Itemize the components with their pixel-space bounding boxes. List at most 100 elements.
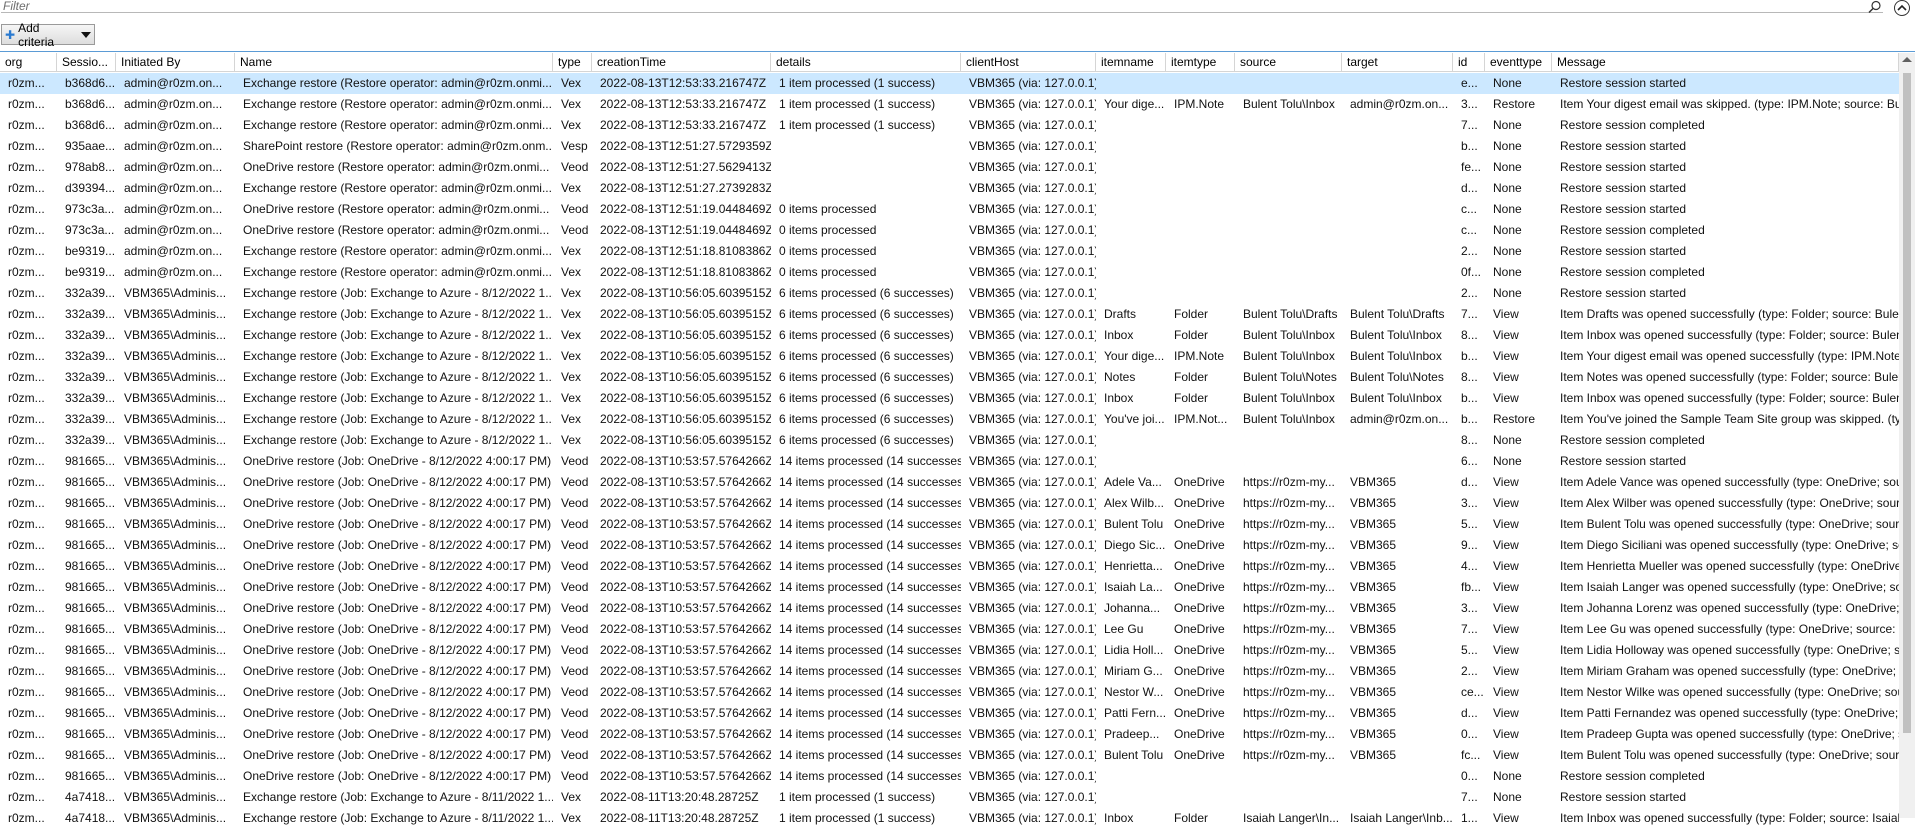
column-header-6[interactable]: details — [771, 53, 961, 71]
column-header-14[interactable]: Message — [1552, 53, 1899, 71]
add-criteria-button[interactable]: ✚ Add criteria — [1, 21, 95, 49]
table-row[interactable]: r0zm... 332a39... VBM365\Adminis... Exchang… — [0, 367, 1899, 388]
table-cell: 6 items processed (6 successes) — [779, 433, 954, 447]
table-row[interactable]: r0zm... 973c3a... admin@r0zm.on... OneDrive… — [0, 220, 1899, 241]
table-row[interactable]: r0zm... 981665... VBM365\Adminis... OneDriv… — [0, 661, 1899, 682]
table-cell: r0zm... — [8, 811, 45, 825]
table-cell: VBM365\Adminis... — [124, 622, 227, 636]
table-cell: VBM365\Adminis... — [124, 643, 227, 657]
table-cell: Veod — [561, 496, 589, 510]
table-cell: 14 items processed (14 successes) — [779, 559, 961, 573]
table-row[interactable]: r0zm... 981665... VBM365\Adminis... OneDriv… — [0, 514, 1899, 535]
table-cell: https://r0zm-my... — [1243, 496, 1335, 510]
table-row[interactable]: r0zm... 981665... VBM365\Adminis... OneDriv… — [0, 619, 1899, 640]
table-row[interactable]: r0zm... 981665... VBM365\Adminis... OneDriv… — [0, 640, 1899, 661]
table-cell: 14 items processed (14 successes) — [779, 496, 961, 510]
table-row[interactable]: r0zm... be9319... admin@r0zm.on... Exchange… — [0, 262, 1899, 283]
table-row[interactable]: r0zm... 332a39... VBM365\Adminis... Exchang… — [0, 388, 1899, 409]
table-row[interactable]: r0zm... 4a7418... VBM365\Adminis... Exchang… — [0, 787, 1899, 808]
table-cell: 0f... — [1461, 265, 1482, 279]
table-cell: Vex — [561, 328, 582, 342]
column-header-13[interactable]: eventtype — [1485, 53, 1552, 71]
table-row[interactable]: r0zm... 973c3a... admin@r0zm.on... OneDrive… — [0, 199, 1899, 220]
table-cell: Bulent Tolu\Inbox — [1350, 328, 1442, 342]
column-header-9[interactable]: itemtype — [1166, 53, 1235, 71]
table-row[interactable]: r0zm... 981665... VBM365\Adminis... OneDriv… — [0, 535, 1899, 556]
table-cell: VBM365 (via: 127.0.0.1) — [969, 76, 1096, 90]
table-cell: OneDrive restore (Job: OneDrive - 8/12/2… — [243, 538, 552, 552]
table-cell: VBM365\Adminis... — [124, 370, 227, 384]
table-cell: Veod — [561, 769, 589, 783]
table-cell: None — [1493, 454, 1522, 468]
table-cell: 2022-08-13T10:56:05.6039515Z — [600, 433, 771, 447]
table-row[interactable]: r0zm... b368d6... admin@r0zm.on... Exchange… — [0, 115, 1899, 136]
table-cell: 8... — [1461, 433, 1478, 447]
table-row[interactable]: r0zm... 981665... VBM365\Adminis... OneDriv… — [0, 703, 1899, 724]
table-row[interactable]: r0zm... 981665... VBM365\Adminis... OneDriv… — [0, 724, 1899, 745]
table-row[interactable]: r0zm... 981665... VBM365\Adminis... OneDriv… — [0, 577, 1899, 598]
table-cell: 0 items processed — [779, 202, 877, 216]
table-cell: 7... — [1461, 790, 1478, 804]
column-header-8[interactable]: itemname — [1096, 53, 1166, 71]
table-row[interactable]: r0zm... 981665... VBM365\Adminis... OneDriv… — [0, 766, 1899, 787]
table-row[interactable]: r0zm... 4a7418... VBM365\Adminis... Exchang… — [0, 808, 1899, 829]
column-header-7[interactable]: clientHost — [961, 53, 1096, 71]
column-header-10[interactable]: source — [1235, 53, 1342, 71]
table-row[interactable]: r0zm... 332a39... VBM365\Adminis... Exchang… — [0, 304, 1899, 325]
table-cell: admin@r0zm.on... — [1350, 412, 1449, 426]
table-cell: OneDrive restore (Job: OneDrive - 8/12/2… — [243, 580, 552, 594]
table-row[interactable]: r0zm... 332a39... VBM365\Adminis... Exchang… — [0, 346, 1899, 367]
column-header-11[interactable]: target — [1342, 53, 1453, 71]
table-row[interactable]: r0zm... 981665... VBM365\Adminis... OneDriv… — [0, 598, 1899, 619]
column-header-5[interactable]: creationTime — [592, 53, 771, 71]
table-row[interactable]: r0zm... 332a39... VBM365\Adminis... Exchang… — [0, 409, 1899, 430]
filter-input[interactable] — [1, 0, 1883, 13]
add-criteria-label: Add criteria — [18, 20, 55, 49]
vertical-scrollbar[interactable] — [1899, 53, 1915, 818]
table-row[interactable]: r0zm... 935aae... admin@r0zm.on... SharePoi… — [0, 136, 1899, 157]
table-row[interactable]: r0zm... 981665... VBM365\Adminis... OneDriv… — [0, 451, 1899, 472]
table-cell — [1235, 766, 1342, 787]
column-header-4[interactable]: type — [553, 53, 592, 71]
search-icon[interactable] — [1868, 0, 1882, 14]
table-row[interactable]: r0zm... be9319... admin@r0zm.on... Exchange… — [0, 241, 1899, 262]
table-cell: 7... — [1461, 307, 1478, 321]
table-cell: Vex — [561, 118, 582, 132]
table-cell: be9319... — [65, 265, 116, 279]
column-header-12[interactable]: id — [1453, 53, 1485, 71]
table-row[interactable]: r0zm... 981665... VBM365\Adminis... OneDriv… — [0, 556, 1899, 577]
table-row[interactable]: r0zm... 332a39... VBM365\Adminis... Exchang… — [0, 283, 1899, 304]
table-row[interactable]: r0zm... 981665... VBM365\Adminis... OneDriv… — [0, 493, 1899, 514]
table-cell: VBM365\Adminis... — [124, 412, 227, 426]
table-cell: VBM365 (via: 127.0.0.1) — [969, 307, 1096, 321]
table-cell: OneDrive restore (Job: OneDrive - 8/12/2… — [243, 643, 552, 657]
table-cell: OneDrive restore (Job: OneDrive - 8/12/2… — [243, 496, 552, 510]
table-row[interactable]: r0zm... b368d6... admin@r0zm.on... Exchange… — [0, 94, 1899, 115]
table-row[interactable]: r0zm... d39394... admin@r0zm.on... Exchange… — [0, 178, 1899, 199]
table-row[interactable]: r0zm... 332a39... VBM365\Adminis... Exchang… — [0, 430, 1899, 451]
column-header-0[interactable]: org — [0, 53, 57, 71]
table-cell: admin@r0zm.on... — [124, 244, 223, 258]
collapse-icon[interactable] — [1894, 0, 1910, 16]
table-cell: Alex Wilb... — [1104, 496, 1165, 510]
table-row[interactable]: r0zm... 981665... VBM365\Adminis... OneDriv… — [0, 682, 1899, 703]
table-cell: 2022-08-13T10:56:05.6039515Z — [600, 412, 771, 426]
column-header-1[interactable]: Sessio... — [57, 53, 116, 71]
column-header-3[interactable]: Name — [235, 53, 553, 71]
table-cell — [1166, 787, 1235, 808]
table-cell — [1342, 157, 1453, 178]
scroll-up-icon[interactable] — [1902, 57, 1912, 62]
table-cell: 14 items processed (14 successes) — [779, 643, 961, 657]
column-header-2[interactable]: Initiated By — [116, 53, 235, 71]
table-cell — [1235, 283, 1342, 304]
table-cell: VBM365 — [1350, 475, 1397, 489]
table-cell: VBM365 — [1350, 664, 1397, 678]
table-row[interactable]: r0zm... 981665... VBM365\Adminis... OneDriv… — [0, 472, 1899, 493]
table-row[interactable]: r0zm... 978ab8... admin@r0zm.on... OneDrive… — [0, 157, 1899, 178]
table-row[interactable]: r0zm... 332a39... VBM365\Adminis... Exchang… — [0, 325, 1899, 346]
table-cell: Isaiah Langer\Inb... — [1350, 811, 1453, 825]
table-row[interactable]: r0zm... 981665... VBM365\Adminis... OneDriv… — [0, 745, 1899, 766]
table-cell: VBM365 (via: 127.0.0.1) — [969, 349, 1096, 363]
scrollbar-thumb[interactable] — [1903, 73, 1911, 733]
table-row[interactable]: r0zm... b368d6... admin@r0zm.on... Exchange… — [0, 73, 1899, 94]
